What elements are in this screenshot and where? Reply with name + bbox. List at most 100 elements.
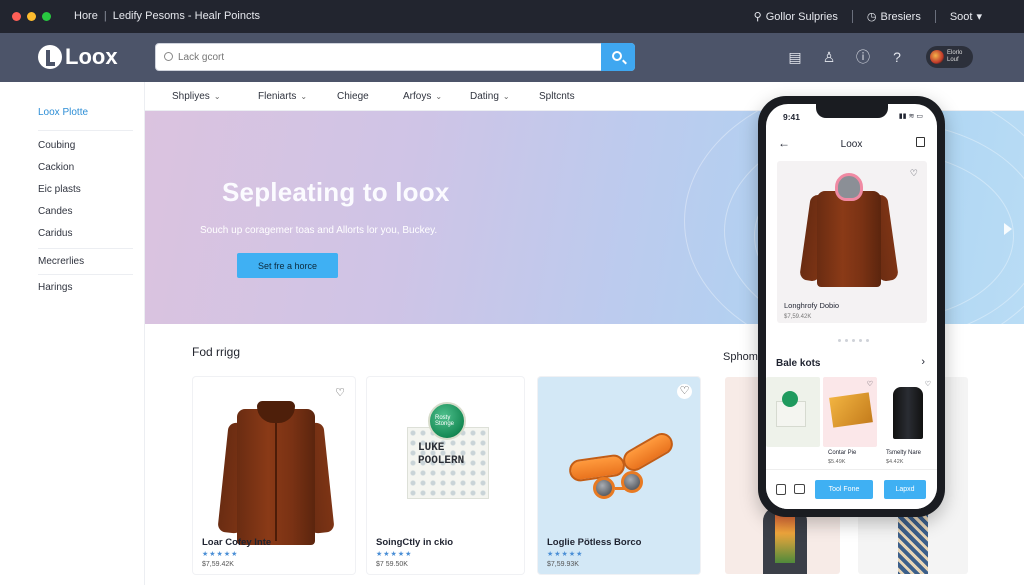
shopping-bag-icon[interactable] [916, 137, 925, 147]
os-bar-item-3[interactable]: Soot ▾ [949, 10, 982, 24]
header-icons: ▤ ♙ ⓘ ? [786, 48, 906, 66]
cart-icon[interactable] [794, 484, 805, 494]
carousel-next-icon[interactable] [1004, 223, 1012, 235]
nav-item-3[interactable]: Arfoys ⌄ [403, 91, 442, 102]
nav-item-5[interactable]: Spltcnts [539, 91, 575, 102]
hero-title: Sepleating to loox [222, 177, 450, 207]
close-window-button[interactable] [12, 12, 21, 21]
phone-primary-button[interactable]: Tool Fone [815, 480, 873, 499]
divider [934, 10, 936, 23]
sidebar-title[interactable]: Loox Plotte [38, 107, 88, 118]
section-side-title: Sphom [723, 351, 758, 363]
product-box-label: LUKE POOLERN [418, 442, 465, 467]
phone-section-title: Bale kots [776, 358, 821, 369]
product-lid-label: Rosty Stonge [435, 415, 455, 427]
nav-item-0[interactable]: Shpliyes ⌄ [172, 91, 221, 102]
phone-title: Loox [840, 139, 863, 150]
search-button[interactable] [601, 43, 635, 71]
sidebar-item-2[interactable]: Eic plasts [38, 184, 81, 195]
minimize-window-button[interactable] [27, 12, 36, 21]
hero-subtitle: Souch up coragemer toas and Allorts lor … [200, 225, 438, 236]
phone-product-card[interactable]: ♡ Longhrofy Dobio $7,59.42K [777, 161, 927, 323]
logo-text: Loox [65, 44, 118, 69]
heart-icon[interactable]: ♡ [925, 380, 931, 388]
sidebar-item-3[interactable]: Candes [38, 206, 72, 217]
heart-icon[interactable]: ♡ [910, 168, 918, 179]
coat-image [217, 395, 335, 545]
phone-tile[interactable] [766, 377, 820, 447]
chevron-down-icon: ▾ [976, 11, 982, 23]
breadcrumb-home[interactable]: Hore [74, 10, 98, 22]
search-bar [155, 43, 635, 71]
rating-stars: ★★★★★ [202, 551, 239, 558]
nav-item-2[interactable]: Chiege [337, 91, 369, 102]
jacket-image [799, 173, 899, 293]
os-bar-item-3-label: Soot [949, 10, 973, 23]
person-image [898, 507, 928, 574]
sidebar-item-4[interactable]: Caridus [38, 228, 72, 239]
sidebar-item-5[interactable]: Mecrerlies [38, 256, 84, 267]
product-name[interactable]: Loglie Pötless Borco [547, 537, 642, 548]
nav-item-4[interactable]: Dating ⌄ [470, 91, 510, 102]
heart-icon[interactable]: ♡ [867, 380, 873, 388]
phone-tile-name: Tsmelty Nare [886, 450, 922, 456]
os-bar-item-2[interactable]: ◷ Bresiers [866, 10, 921, 24]
chevron-right-icon[interactable]: › [921, 356, 925, 368]
heart-icon[interactable]: ♡ [677, 384, 692, 399]
store-icon[interactable]: ▤ [786, 48, 804, 66]
user-label-line1: Elorlo [947, 50, 963, 56]
logo[interactable]: Loox [38, 44, 118, 70]
phone-status-icons: ▮▮ ≋ ▭ [898, 113, 923, 120]
rating-stars: ★★★★★ [547, 551, 584, 558]
phone-secondary-button[interactable]: Lapxd [884, 480, 926, 499]
product-card[interactable]: LUKE POOLERN Rosty Stonge SoingCtly in c… [367, 377, 524, 574]
home-icon[interactable] [776, 484, 786, 495]
product-price: $7,59.93K [547, 561, 579, 568]
search-icon [612, 51, 622, 61]
help-icon[interactable]: ? [888, 48, 906, 66]
os-bar-item-2-label: Bresiers [880, 10, 921, 23]
clock-icon: ◷ [866, 11, 877, 23]
nav-item-4-label: Dating [470, 91, 499, 102]
section-title: Fod rrigg [192, 345, 241, 359]
person-icon: ⚲ [753, 11, 762, 23]
product-name[interactable]: SoingCtly in ckio [376, 537, 453, 548]
user-label-line2: Louf [947, 57, 959, 63]
sidebar-item-1[interactable]: Cackion [38, 162, 74, 173]
chevron-down-icon: ⌄ [213, 92, 221, 101]
account-icon[interactable]: ♙ [820, 48, 838, 66]
hero-cta-button[interactable]: Set fre a horce [237, 253, 338, 278]
alert-icon[interactable]: ⓘ [854, 48, 872, 66]
user-menu[interactable]: Elorlo Louf [926, 46, 973, 68]
phone-screen: 9:41 ▮▮ ≋ ▭ ← Loox ♡ Longhrofy Dobio $7,… [766, 104, 937, 509]
carousel-dots[interactable] [838, 339, 869, 342]
app-header: Loox ▤ ♙ ⓘ ? Elorlo Louf [0, 33, 1024, 82]
phone-time: 9:41 [783, 112, 801, 122]
product-card[interactable]: ♡ Loar Cofey Inte ★★★★★ $7,59.42K [193, 377, 355, 574]
os-title-bar: Hore | Ledify Pesoms - Healr Poincts ⚲ G… [0, 0, 1024, 33]
breadcrumb-page[interactable]: Ledify Pesoms - Healr Poincts [113, 10, 260, 22]
divider [38, 130, 133, 131]
avatar [930, 50, 944, 64]
glasses-image [563, 427, 683, 517]
phone-tile[interactable]: ♡ [823, 377, 877, 447]
heart-icon[interactable]: ♡ [335, 386, 345, 399]
sidebar-item-6[interactable]: Harings [38, 282, 72, 293]
search-input[interactable] [156, 44, 602, 70]
phone-tile[interactable]: ♡ [881, 377, 935, 447]
chevron-down-icon: ⌄ [502, 92, 510, 101]
phone-nav-bar: ← Loox [766, 134, 937, 156]
nav-item-1[interactable]: Fleniarts ⌄ [258, 91, 307, 102]
rating-stars: ★★★★★ [376, 551, 413, 558]
os-bar-item-1[interactable]: ⚲ Gollor Sulpries [753, 10, 838, 24]
sidebar-item-0[interactable]: Coubing [38, 140, 75, 151]
product-price: $7 59.50K [376, 561, 408, 568]
phone-product-name[interactable]: Longhrofy Dobio [784, 301, 839, 310]
phone-tile-price: $5.49K [828, 459, 846, 465]
maximize-window-button[interactable] [42, 12, 51, 21]
nav-item-3-label: Arfoys [403, 91, 432, 102]
nav-item-2-label: Chiege [337, 91, 369, 102]
chevron-down-icon: ⌄ [435, 92, 443, 101]
product-card[interactable]: ♡ Loglie Pötless Borco ★★★★★ $7,59.93K [538, 377, 700, 574]
product-name[interactable]: Loar Cofey Inte [202, 537, 271, 548]
